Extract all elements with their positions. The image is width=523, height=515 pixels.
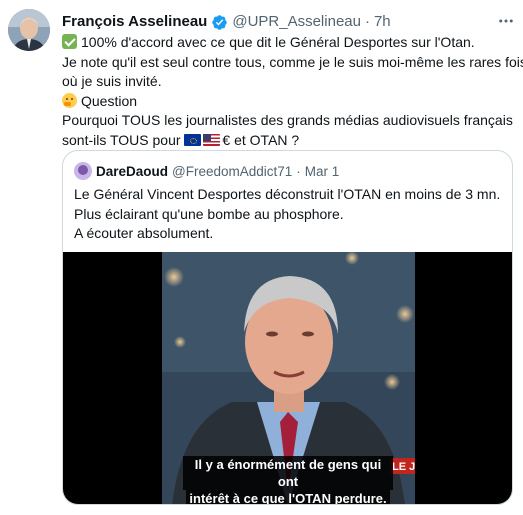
quoted-line-2: Plus éclairant qu'une bombe au phosphore…: [74, 205, 344, 222]
quoted-avatar: [74, 162, 92, 180]
verified-badge-icon: [211, 14, 228, 31]
subtitle-line-1: Il y a énormément de gens qui ont: [183, 456, 393, 490]
header-separator: ·: [364, 13, 370, 30]
quoted-tweet-text: Le Général Vincent Desportes déconstruit…: [74, 185, 504, 244]
tweet-text: 100% d'accord avec ce que dit le Général…: [62, 33, 523, 151]
tweet-line-3: où je suis invité.: [62, 73, 162, 89]
thinking-face-emoji: [62, 92, 77, 108]
author-display-name[interactable]: François Asselineau: [62, 12, 207, 32]
quoted-line-3: A écouter absolument.: [74, 225, 214, 241]
author-avatar[interactable]: [8, 9, 50, 51]
tweet-line-1-text: 100% d'accord avec ce que dit le Général…: [81, 34, 475, 50]
quoted-timestamp: Mar 1: [304, 163, 340, 179]
tweet-line-6-end: € et OTAN ?: [222, 131, 300, 148]
tweet-line-4: Question: [62, 92, 512, 112]
tweet-timestamp[interactable]: 7h: [374, 12, 391, 32]
video-player[interactable]: LE JO Il y a énormément de gens qui ont …: [63, 252, 512, 504]
channel-corner-text: LE JO: [392, 461, 415, 473]
tweet-line-6-start: sont-ils TOUS pour: [62, 131, 181, 148]
author-handle[interactable]: @UPR_Asselineau: [232, 12, 361, 32]
ellipsis-icon[interactable]: [495, 10, 517, 32]
quoted-line-1: Le Général Vincent Desportes déconstruit…: [74, 186, 501, 202]
tweet[interactable]: François Asselineau @UPR_Asselineau · 7h…: [0, 0, 523, 515]
eu-flag-emoji: [184, 133, 202, 146]
quoted-separator: ·: [296, 163, 301, 179]
subtitle-line-2: intérêt à ce que l'OTAN perdure.: [186, 490, 390, 504]
quoted-tweet[interactable]: DareDaoud @FreedomAddict71 · Mar 1 Le Gé…: [62, 150, 513, 505]
quoted-display-name: DareDaoud: [96, 163, 169, 179]
tweet-line-2: Je note qu'il est seul contre tous, comm…: [62, 53, 523, 70]
video-subtitle: Il y a énormément de gens qui ont intérê…: [183, 456, 393, 504]
quoted-handle: @FreedomAddict71: [172, 163, 293, 179]
tweet-line-6: sont-ils TOUS pour € et OTAN ?: [62, 131, 512, 151]
us-flag-emoji: [203, 133, 221, 146]
tweet-line-4-text: Question: [81, 92, 138, 109]
quoted-tweet-header: DareDaoud @FreedomAddict71 · Mar 1: [74, 162, 339, 180]
tweet-line-5: Pourquoi TOUS les journalistes des grand…: [62, 112, 513, 128]
tweet-header: François Asselineau @UPR_Asselineau · 7h: [62, 12, 511, 32]
check-mark-emoji: [62, 34, 77, 49]
tweet-line-1: 100% d'accord avec ce que dit le Général…: [62, 33, 512, 53]
